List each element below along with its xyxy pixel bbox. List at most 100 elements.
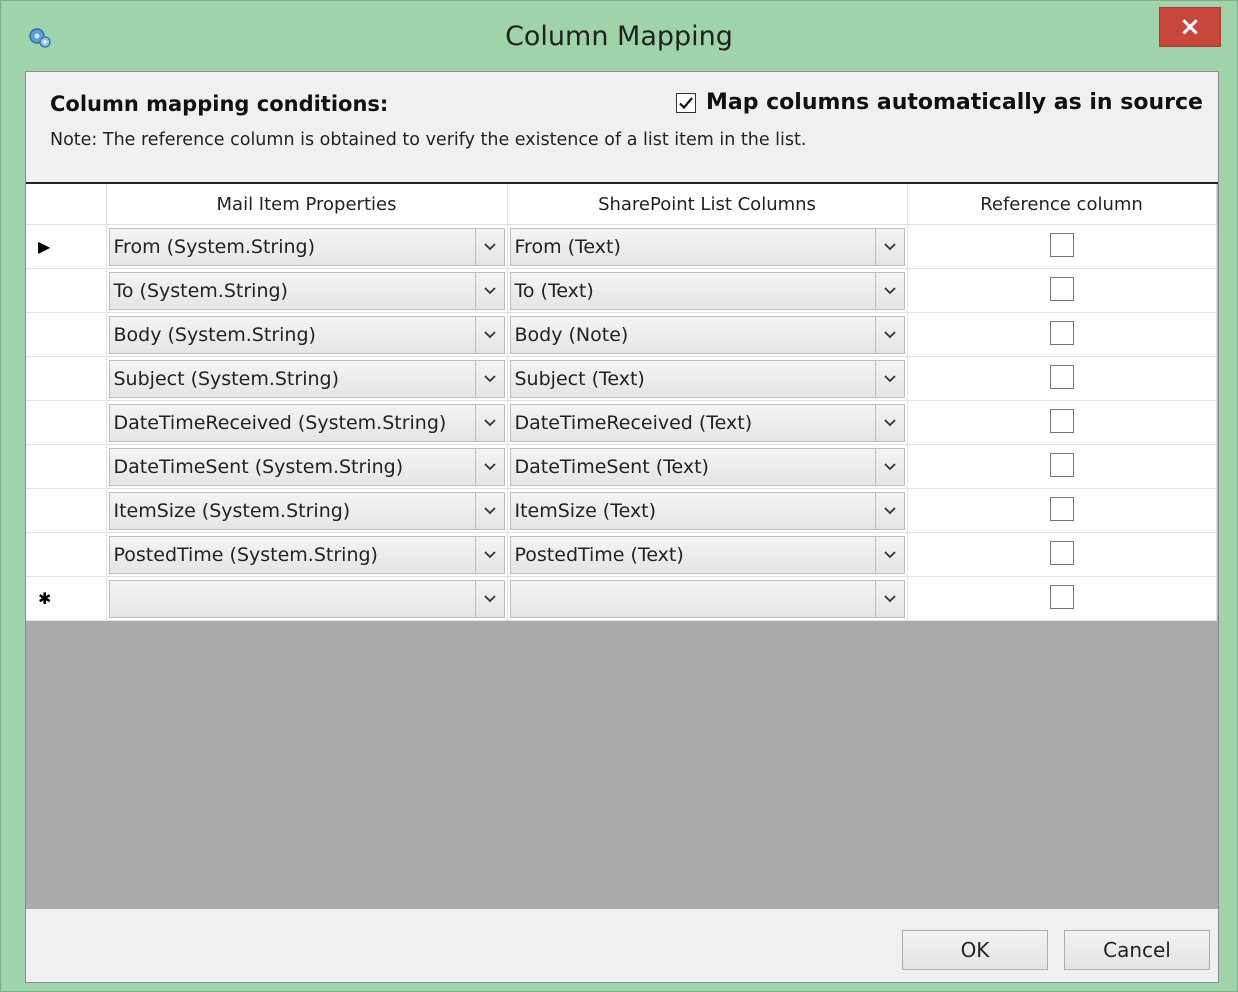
title-bar[interactable]: Column Mapping × (1, 1, 1237, 71)
dropdown-value: DateTimeReceived (System.String) (113, 411, 447, 434)
sharepoint-column-dropdown[interactable]: PostedTime (Text) (509, 535, 905, 574)
auto-map-checkbox[interactable] (676, 92, 696, 113)
mail-property-cell: DateTimeSent (System.String) (106, 444, 508, 489)
chevron-down-icon (483, 374, 496, 382)
mail-property-dropdown[interactable]: PostedTime (System.String) (108, 535, 505, 574)
table-row[interactable]: DateTimeSent (System.String) DateTimeSent… (26, 444, 1217, 489)
table-row[interactable]: ▶ From (System.String) From (Text) (26, 224, 1217, 269)
chevron-down-icon (883, 462, 896, 470)
column-header-mail-item-properties[interactable]: Mail Item Properties (106, 184, 508, 225)
chevron-down-icon (483, 594, 496, 602)
dropdown-value: DateTimeReceived (Text) (514, 411, 753, 434)
reference-checkbox[interactable] (1049, 408, 1074, 433)
reference-checkbox[interactable] (1049, 364, 1074, 389)
sharepoint-column-dropdown[interactable] (509, 579, 905, 618)
window-title: Column Mapping (505, 21, 733, 52)
sharepoint-column-cell: PostedTime (Text) (507, 532, 908, 577)
table-row[interactable]: Subject (System.String) Subject (Text) (26, 356, 1217, 401)
auto-map-option[interactable]: Map columns automatically as in source (676, 90, 1203, 115)
reference-checkbox[interactable] (1049, 232, 1074, 257)
chevron-down-icon (483, 242, 496, 250)
table-row[interactable]: DateTimeReceived (System.String) DateTime… (26, 400, 1217, 445)
sharepoint-column-dropdown[interactable]: To (Text) (509, 271, 905, 310)
ok-button[interactable]: OK (902, 930, 1048, 970)
cancel-button[interactable]: Cancel (1064, 930, 1210, 970)
reference-column-cell (907, 400, 1217, 445)
row-header[interactable] (26, 312, 107, 357)
dropdown-arrow-button[interactable] (474, 228, 504, 265)
reference-checkbox[interactable] (1049, 320, 1074, 345)
reference-checkbox[interactable] (1049, 496, 1074, 521)
dropdown-arrow-button[interactable] (474, 404, 504, 441)
dropdown-arrow-button[interactable] (874, 228, 904, 265)
current-row-indicator[interactable]: ▶ (26, 224, 107, 269)
table-row[interactable]: Body (System.String) Body (Note) (26, 312, 1217, 357)
dropdown-arrow-button[interactable] (474, 360, 504, 397)
dropdown-value: To (Text) (514, 279, 594, 302)
column-header-reference-column[interactable]: Reference column (907, 184, 1217, 225)
table-row[interactable]: To (System.String) To (Text) (26, 268, 1217, 313)
sharepoint-column-dropdown[interactable]: DateTimeReceived (Text) (509, 403, 905, 442)
mail-property-dropdown[interactable]: DateTimeReceived (System.String) (108, 403, 505, 442)
dropdown-value: Subject (System.String) (113, 367, 340, 390)
mail-property-cell: PostedTime (System.String) (106, 532, 508, 577)
mail-property-dropdown[interactable]: Subject (System.String) (108, 359, 505, 398)
chevron-down-icon (883, 506, 896, 514)
sharepoint-column-dropdown[interactable]: Subject (Text) (509, 359, 905, 398)
sharepoint-column-dropdown[interactable]: Body (Note) (509, 315, 905, 354)
grid-header-row: Mail Item Properties SharePoint List Col… (26, 184, 1217, 225)
dropdown-arrow-button[interactable] (474, 492, 504, 529)
dropdown-arrow-button[interactable] (474, 316, 504, 353)
mail-property-dropdown[interactable]: ItemSize (System.String) (108, 491, 505, 530)
chevron-down-icon (483, 550, 496, 558)
dropdown-value: DateTimeSent (System.String) (113, 455, 404, 478)
close-button[interactable]: × (1159, 7, 1221, 47)
dropdown-arrow-button[interactable] (874, 536, 904, 573)
sharepoint-column-cell: Body (Note) (507, 312, 908, 357)
mail-property-dropdown[interactable]: Body (System.String) (108, 315, 505, 354)
row-header[interactable] (26, 268, 107, 313)
sharepoint-column-dropdown[interactable]: DateTimeSent (Text) (509, 447, 905, 486)
dropdown-arrow-button[interactable] (474, 536, 504, 573)
dropdown-arrow-button[interactable] (874, 272, 904, 309)
row-header[interactable] (26, 488, 107, 533)
reference-checkbox[interactable] (1049, 452, 1074, 477)
mail-property-dropdown[interactable]: From (System.String) (108, 227, 505, 266)
mail-property-dropdown[interactable]: To (System.String) (108, 271, 505, 310)
table-row[interactable]: ItemSize (System.String) ItemSize (Text) (26, 488, 1217, 533)
mail-property-dropdown[interactable] (108, 579, 505, 618)
column-header-sharepoint-list-columns[interactable]: SharePoint List Columns (507, 184, 908, 225)
new-row-indicator[interactable]: ✱ (26, 576, 107, 621)
row-header[interactable] (26, 444, 107, 489)
dropdown-arrow-button[interactable] (874, 360, 904, 397)
table-row[interactable]: ✱ (26, 576, 1217, 621)
mail-property-cell: ItemSize (System.String) (106, 488, 508, 533)
table-row[interactable]: PostedTime (System.String) PostedTime (Te… (26, 532, 1217, 577)
mail-property-cell: Subject (System.String) (106, 356, 508, 401)
dropdown-arrow-button[interactable] (874, 492, 904, 529)
mapping-grid[interactable]: Mail Item Properties SharePoint List Col… (26, 182, 1218, 909)
dropdown-arrow-button[interactable] (474, 272, 504, 309)
reference-checkbox[interactable] (1049, 276, 1074, 301)
dropdown-arrow-button[interactable] (874, 316, 904, 353)
dropdown-arrow-button[interactable] (874, 448, 904, 485)
dropdown-arrow-button[interactable] (874, 580, 904, 617)
dropdown-arrow-button[interactable] (474, 448, 504, 485)
reference-checkbox[interactable] (1049, 584, 1074, 609)
row-header[interactable] (26, 400, 107, 445)
reference-checkbox[interactable] (1049, 540, 1074, 565)
mail-property-dropdown[interactable]: DateTimeSent (System.String) (108, 447, 505, 486)
sharepoint-column-dropdown[interactable]: From (Text) (509, 227, 905, 266)
sharepoint-column-cell: DateTimeReceived (Text) (507, 400, 908, 445)
row-header[interactable] (26, 532, 107, 577)
dropdown-arrow-button[interactable] (874, 404, 904, 441)
row-header[interactable] (26, 356, 107, 401)
sharepoint-column-dropdown[interactable]: ItemSize (Text) (509, 491, 905, 530)
dropdown-arrow-button[interactable] (474, 580, 504, 617)
reference-column-cell (907, 576, 1217, 621)
chevron-down-icon (883, 594, 896, 602)
chevron-down-icon (883, 242, 896, 250)
sharepoint-column-cell: To (Text) (507, 268, 908, 313)
reference-column-cell (907, 224, 1217, 269)
dropdown-value (110, 581, 475, 617)
